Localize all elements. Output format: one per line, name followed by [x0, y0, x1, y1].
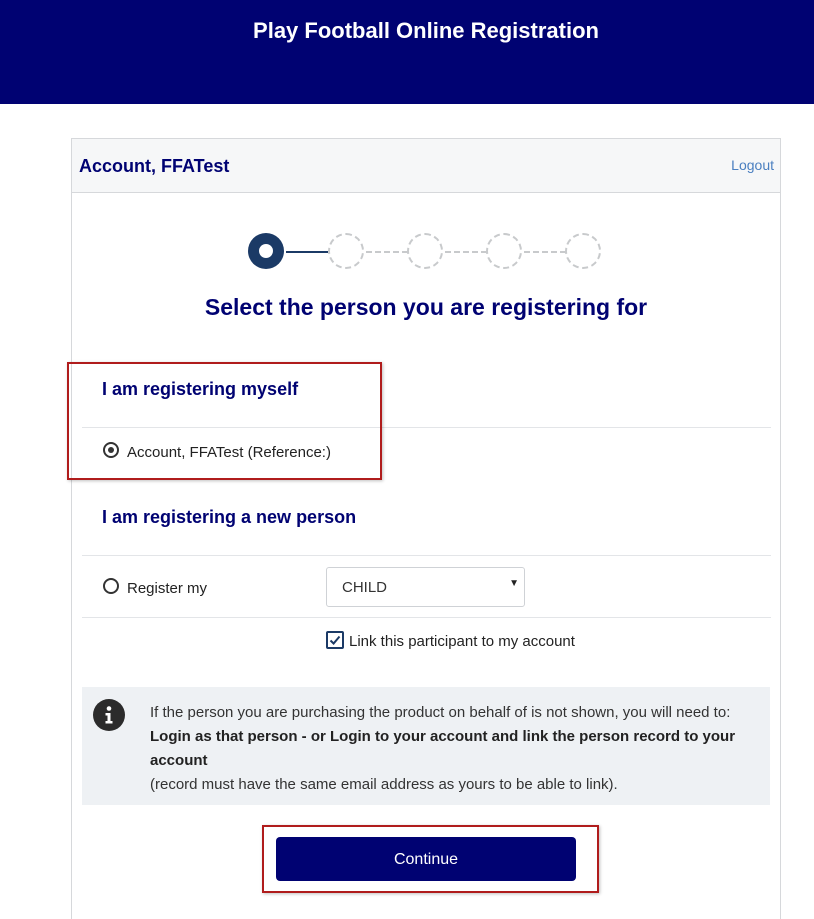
- step-1-current: [248, 233, 284, 269]
- info-notice: If the person you are purchasing the pro…: [82, 687, 770, 805]
- register-new-radio[interactable]: [103, 578, 119, 594]
- step-connector: [524, 251, 566, 253]
- relation-select-value: CHILD: [342, 579, 388, 596]
- info-intro: If the person you are purchasing the pro…: [150, 704, 731, 721]
- info-icon: [93, 699, 125, 731]
- checkmark-icon: [329, 635, 341, 645]
- link-participant-label: Link this participant to my account: [349, 633, 575, 650]
- link-participant-checkbox[interactable]: [326, 631, 344, 649]
- divider: [82, 555, 771, 556]
- card-header: Account, FFATest Logout: [72, 139, 780, 193]
- step-3: [407, 233, 443, 269]
- step-4: [486, 233, 522, 269]
- step-connector: [445, 251, 487, 253]
- step-connector: [286, 251, 328, 253]
- page-heading: Select the person you are registering fo…: [204, 294, 648, 320]
- step-connector: [366, 251, 408, 253]
- top-banner: Play Football Online Registration: [0, 0, 814, 104]
- logout-link[interactable]: Logout: [731, 157, 774, 173]
- annotation-highlight-box: [67, 362, 382, 480]
- info-note: (record must have the same email address…: [150, 776, 618, 793]
- chevron-down-icon: ▼: [509, 578, 519, 589]
- step-2: [328, 233, 364, 269]
- account-name: Account, FFATest: [79, 156, 230, 176]
- registration-card: Account, FFATest Logout Select the perso…: [71, 138, 781, 919]
- site-title: Play Football Online Registration: [253, 18, 599, 43]
- step-5: [565, 233, 601, 269]
- new-person-section-title: I am registering a new person: [102, 507, 357, 527]
- relation-select[interactable]: CHILD ▼: [326, 567, 525, 607]
- info-text: If the person you are purchasing the pro…: [150, 701, 762, 797]
- register-my-label: Register my: [127, 580, 208, 597]
- info-instructions: Login as that person - or Login to your …: [150, 728, 736, 769]
- progress-stepper: [248, 232, 604, 274]
- divider: [82, 617, 771, 618]
- annotation-highlight-box: [262, 825, 599, 893]
